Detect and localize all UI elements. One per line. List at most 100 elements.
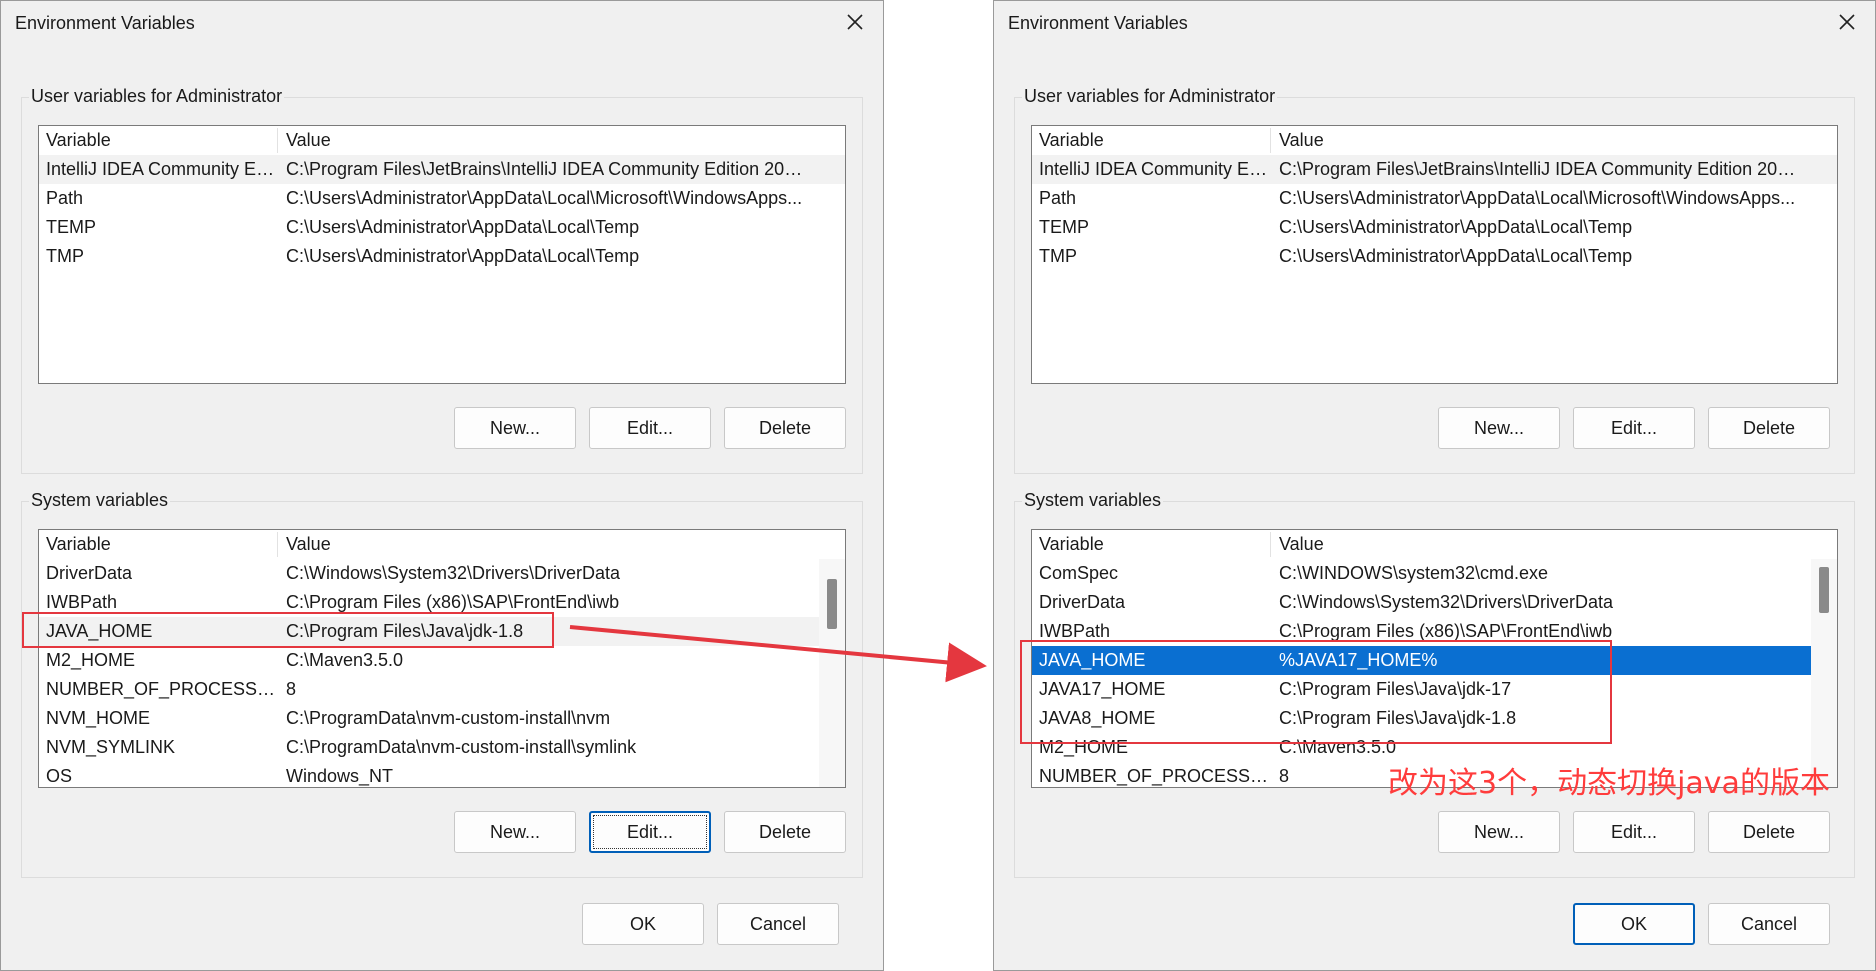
value-column-header[interactable]: Value	[1279, 530, 1803, 559]
table-header: Variable Value	[1032, 530, 1837, 559]
scrollbar-thumb[interactable]	[1819, 567, 1829, 613]
system-edit-button[interactable]: Edit...	[589, 811, 711, 853]
user-delete-button[interactable]: Delete	[724, 407, 846, 449]
row-variable: Path	[1039, 188, 1077, 208]
close-icon[interactable]	[1835, 10, 1859, 34]
row-variable: M2_HOME	[46, 650, 136, 670]
table-row[interactable]: TEMP C:\Users\Administrator\AppData\Loca…	[1032, 213, 1837, 242]
row-variable: OS	[46, 766, 73, 786]
user-variables-group: User variables for Administrator Variabl…	[1014, 86, 1855, 474]
vertical-scrollbar[interactable]	[819, 559, 845, 787]
environment-variables-dialog-right: Environment Variables User variables for…	[993, 0, 1876, 971]
table-row[interactable]: NUMBER_OF_PROCESSORS 8	[39, 675, 845, 704]
value-column-header[interactable]: Value	[286, 530, 811, 559]
vertical-scrollbar[interactable]	[1811, 559, 1837, 787]
user-edit-button[interactable]: Edit...	[589, 407, 711, 449]
system-variables-label: System variables	[1022, 490, 1164, 511]
row-variable: NUMBER_OF_PROCESSORS	[1039, 766, 1269, 786]
system-delete-button[interactable]: Delete	[1708, 811, 1830, 853]
row-value: C:\Windows\System32\Drivers\DriverData	[1279, 592, 1614, 612]
row-variable: ComSpec	[1039, 563, 1119, 583]
table-row[interactable]: IntelliJ IDEA Community Edi... C:\Progra…	[1032, 155, 1837, 184]
table-row[interactable]: M2_HOME C:\Maven3.5.0	[39, 646, 845, 675]
user-variables-group: User variables for Administrator Variabl…	[21, 86, 863, 474]
table-row[interactable]: TEMP C:\Users\Administrator\AppData\Loca…	[39, 213, 845, 242]
user-new-button[interactable]: New...	[454, 407, 576, 449]
row-variable: NUMBER_OF_PROCESSORS	[46, 679, 276, 699]
row-variable: DriverData	[46, 563, 133, 583]
ok-button[interactable]: OK	[582, 903, 704, 945]
table-row[interactable]: DriverData C:\Windows\System32\Drivers\D…	[39, 559, 845, 588]
table-row[interactable]: DriverData C:\Windows\System32\Drivers\D…	[1032, 588, 1837, 617]
row-variable: NVM_HOME	[46, 708, 151, 728]
system-variables-group: System variables Variable Value DriverDa…	[21, 490, 863, 878]
user-variables-table: Variable Value IntelliJ IDEA Community E…	[1031, 125, 1838, 384]
row-value: C:\Users\Administrator\AppData\Local\Tem…	[1279, 217, 1633, 237]
row-variable: DriverData	[1039, 592, 1126, 612]
user-variables-label: User variables for Administrator	[29, 86, 285, 107]
variable-column-header[interactable]: Variable	[46, 126, 276, 155]
row-value: C:\Users\Administrator\AppData\Local\Tem…	[286, 246, 640, 266]
row-value: C:\ProgramData\nvm-custom-install\nvm	[286, 708, 611, 728]
row-value: C:\Windows\System32\Drivers\DriverData	[286, 563, 621, 583]
variable-column-header[interactable]: Variable	[1039, 126, 1269, 155]
row-value: Windows_NT	[286, 766, 394, 786]
variable-column-header[interactable]: Variable	[1039, 530, 1269, 559]
highlight-box-java-home	[22, 612, 554, 648]
system-edit-button[interactable]: Edit...	[1573, 811, 1695, 853]
table-row[interactable]: NVM_HOME C:\ProgramData\nvm-custom-insta…	[39, 704, 845, 733]
system-delete-button[interactable]: Delete	[724, 811, 846, 853]
table-row[interactable]: Path C:\Users\Administrator\AppData\Loca…	[1032, 184, 1837, 213]
row-variable: Path	[46, 188, 84, 208]
user-variables-table: Variable Value IntelliJ IDEA Community E…	[38, 125, 846, 384]
user-variables-label: User variables for Administrator	[1022, 86, 1278, 107]
dialog-title: Environment Variables	[15, 13, 195, 33]
user-edit-button[interactable]: Edit...	[1573, 407, 1695, 449]
table-row[interactable]: ComSpec C:\WINDOWS\system32\cmd.exe	[1032, 559, 1837, 588]
variable-column-header[interactable]: Variable	[46, 530, 276, 559]
system-new-button[interactable]: New...	[454, 811, 576, 853]
value-column-header[interactable]: Value	[1279, 126, 1803, 155]
user-delete-button[interactable]: Delete	[1708, 407, 1830, 449]
table-header: Variable Value	[1032, 126, 1837, 155]
system-new-button[interactable]: New...	[1438, 811, 1560, 853]
row-variable: TEMP	[1039, 217, 1090, 237]
row-value: C:\Users\Administrator\AppData\Local\Tem…	[286, 217, 640, 237]
row-value: C:\Program Files\JetBrains\IntelliJ IDEA…	[286, 159, 811, 179]
table-row[interactable]: TMP C:\Users\Administrator\AppData\Local…	[39, 242, 845, 271]
row-value: C:\Maven3.5.0	[286, 650, 404, 670]
annotation-caption: 改为这3个，动态切换java的版本	[1388, 766, 1830, 801]
cancel-button[interactable]: Cancel	[1708, 903, 1830, 945]
system-variables-label: System variables	[29, 490, 171, 511]
row-variable: TMP	[46, 246, 84, 266]
title-bar: Environment Variables	[994, 1, 1875, 45]
value-column-header[interactable]: Value	[286, 126, 811, 155]
table-row[interactable]: IntelliJ IDEA Community Edi... C:\Progra…	[39, 155, 845, 184]
user-new-button[interactable]: New...	[1438, 407, 1560, 449]
highlight-box-java-variables	[1020, 640, 1612, 744]
title-bar: Environment Variables	[1, 1, 883, 45]
table-row[interactable]: TMP C:\Users\Administrator\AppData\Local…	[1032, 242, 1837, 271]
row-variable: TEMP	[46, 217, 97, 237]
dialog-title: Environment Variables	[1008, 13, 1188, 33]
row-value: C:\Program Files\JetBrains\IntelliJ IDEA…	[1279, 159, 1803, 179]
row-value: 8	[286, 679, 297, 699]
table-header: Variable Value	[39, 126, 845, 155]
row-variable: IntelliJ IDEA Community Edi...	[1039, 159, 1269, 179]
table-row[interactable]: NVM_SYMLINK C:\ProgramData\nvm-custom-in…	[39, 733, 845, 762]
cancel-button[interactable]: Cancel	[717, 903, 839, 945]
row-value: C:\WINDOWS\system32\cmd.exe	[1279, 563, 1549, 583]
close-icon[interactable]	[843, 10, 867, 34]
row-variable: IntelliJ IDEA Community Edi...	[46, 159, 276, 179]
system-variables-table: Variable Value DriverData C:\Windows\Sys…	[38, 529, 846, 788]
ok-button[interactable]: OK	[1573, 903, 1695, 945]
environment-variables-dialog-left: Environment Variables User variables for…	[0, 0, 884, 971]
row-value: C:\ProgramData\nvm-custom-install\symlin…	[286, 737, 637, 757]
row-value: C:\Users\Administrator\AppData\Local\Mic…	[1279, 188, 1796, 208]
row-value: C:\Users\Administrator\AppData\Local\Tem…	[1279, 246, 1633, 266]
row-variable: TMP	[1039, 246, 1077, 266]
table-header: Variable Value	[39, 530, 845, 559]
scrollbar-thumb[interactable]	[827, 579, 837, 629]
table-row[interactable]: OS Windows_NT	[39, 762, 845, 787]
table-row[interactable]: Path C:\Users\Administrator\AppData\Loca…	[39, 184, 845, 213]
